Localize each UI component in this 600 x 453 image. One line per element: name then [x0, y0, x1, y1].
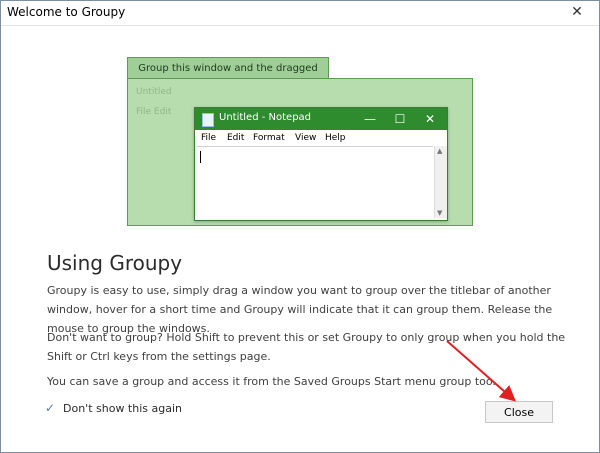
title-bar[interactable]: Welcome to Groupy ✕ [1, 1, 599, 26]
maximize-icon: ☐ [394, 112, 406, 126]
ghost-window-menu: File Edit [136, 107, 172, 117]
notepad-title-bar: Untitled - Notepad — ☐ ✕ [195, 108, 447, 130]
page-title: Using Groupy [47, 251, 183, 275]
close-icon[interactable]: ✕ [555, 1, 599, 23]
scroll-up-icon: ▲ [437, 147, 443, 155]
menu-view: View [295, 133, 317, 143]
text-caret [200, 151, 201, 163]
notepad-menu-bar: File Edit Format View Help [195, 130, 447, 146]
groupy-welcome-window: Welcome to Groupy ✕ Group this window an… [0, 0, 600, 453]
notepad-edit-area [197, 146, 433, 219]
menu-format: Format [253, 133, 285, 143]
close-button[interactable]: Close [485, 401, 553, 423]
menu-file: File [201, 133, 217, 143]
checkmark-icon: ✓ [45, 401, 56, 415]
close-icon: ✕ [424, 112, 436, 126]
ghost-window-title: Untitled [136, 87, 172, 97]
dont-show-label: Don't show this again [63, 401, 182, 415]
dont-show-checkbox[interactable]: ✓ Don't show this again [45, 401, 182, 415]
menu-edit: Edit [227, 133, 245, 143]
notepad-title: Untitled - Notepad [219, 112, 312, 123]
notepad-scrollbar: ▲ ▼ [434, 146, 447, 218]
menu-help: Help [325, 133, 346, 143]
saved-groups-paragraph: You can save a group and access it from … [47, 375, 496, 388]
group-drop-area: Untitled File Edit Untitled - Notepad — … [127, 78, 473, 226]
notepad-icon [202, 113, 214, 127]
shift-tip-paragraph: Don't want to group? Hold Shift to preve… [47, 331, 566, 363]
group-tab-label: Group this window and the dragged window [127, 57, 329, 96]
scroll-down-icon: ▼ [437, 209, 443, 217]
notepad-window: Untitled - Notepad — ☐ ✕ File Edit Forma… [194, 107, 448, 221]
group-illustration: Group this window and the dragged window… [127, 57, 473, 226]
window-title: Welcome to Groupy [7, 5, 126, 19]
minimize-icon: — [364, 112, 376, 126]
